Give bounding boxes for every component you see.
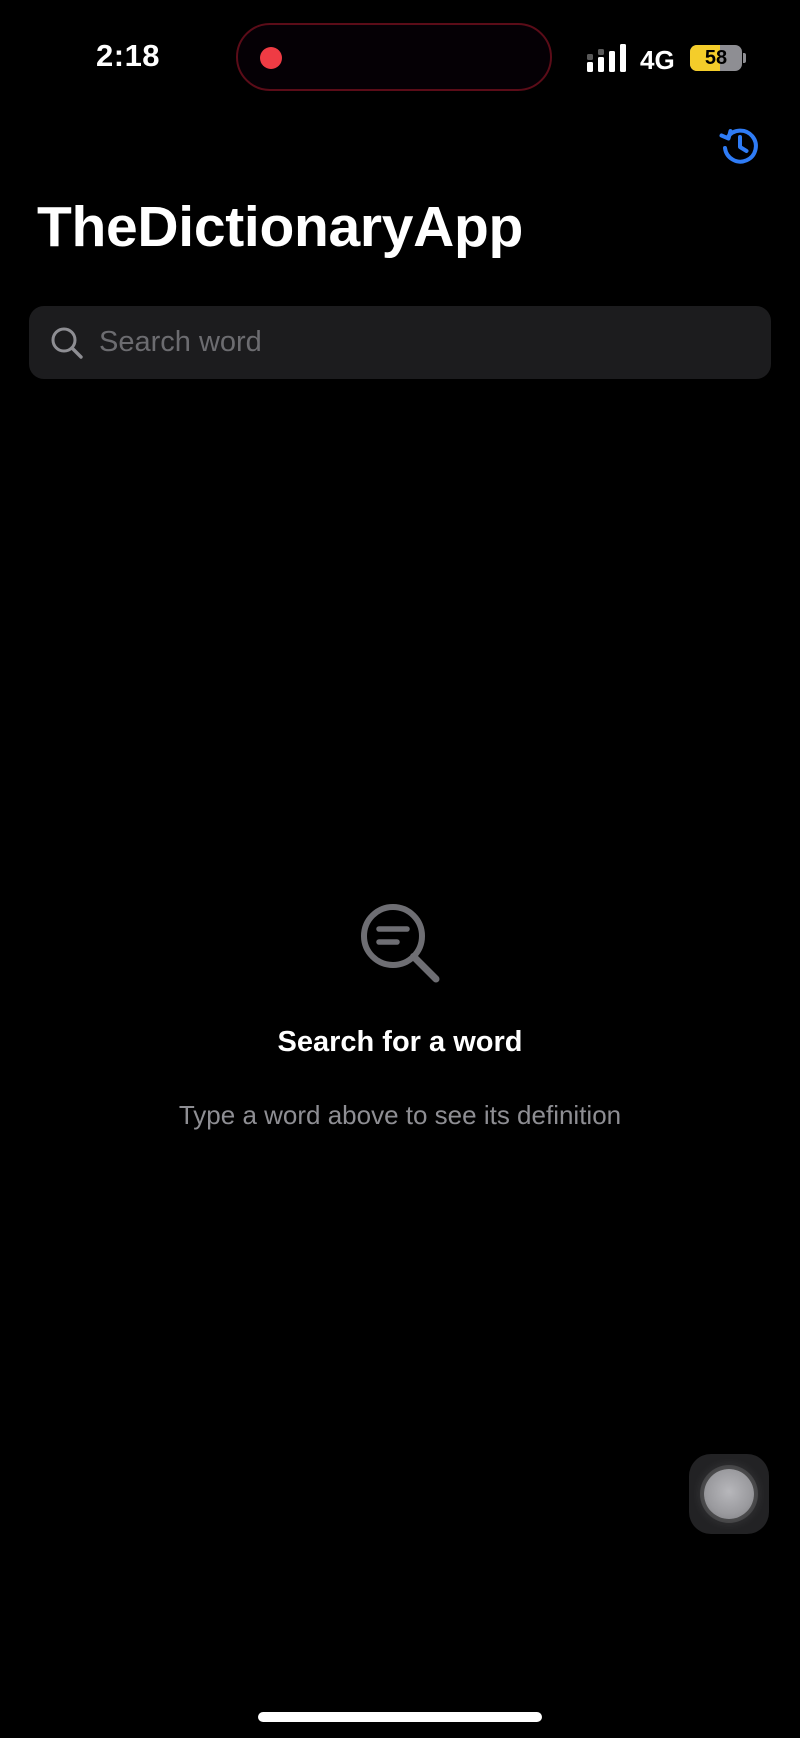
empty-state-subtitle: Type a word above to see its definition <box>178 1100 622 1130</box>
home-indicator[interactable] <box>258 1712 542 1722</box>
dynamic-island <box>236 23 552 91</box>
search-text-icon <box>361 904 440 983</box>
battery-level: 58 <box>704 47 728 69</box>
signal-bars-icon <box>587 44 626 72</box>
history-button[interactable] <box>714 120 766 172</box>
search-input[interactable] <box>99 306 749 379</box>
history-icon <box>719 128 758 164</box>
search-bar[interactable] <box>29 306 771 379</box>
empty-state-title: Search for a word <box>277 1026 523 1058</box>
status-time: 2:18 <box>96 38 161 73</box>
screen-recording-indicator <box>260 47 282 69</box>
search-icon <box>51 327 83 359</box>
battery-cap <box>743 53 746 63</box>
assistive-touch-button[interactable] <box>689 1454 769 1534</box>
page-title: TheDictionaryApp <box>37 195 524 259</box>
empty-state: Search for a word Type a word above to s… <box>0 898 800 1132</box>
status-bar: 2:18 4G 58 <box>0 0 800 120</box>
network-type: 4G <box>640 45 675 75</box>
assistive-touch-icon <box>704 1469 754 1519</box>
battery-icon: 58 <box>690 45 746 71</box>
